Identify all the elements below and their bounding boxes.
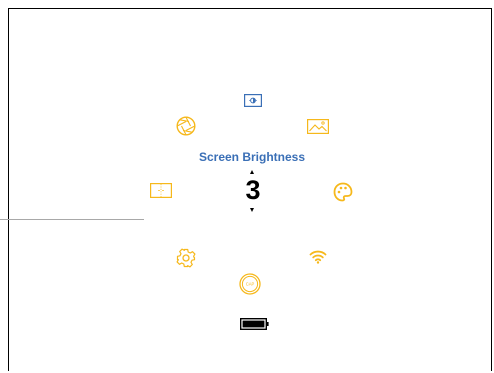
brightness-value-stepper[interactable]: 3 [233, 170, 273, 218]
capture-badge-text: CAP [246, 282, 255, 287]
decrease-arrow-icon[interactable] [250, 208, 254, 212]
palette-icon[interactable] [333, 182, 353, 202]
pointer-line [0, 219, 144, 220]
settings-icon[interactable] [176, 248, 196, 268]
resolution-icon[interactable] [150, 183, 172, 198]
brightness-icon[interactable] [244, 94, 262, 107]
capture-icon[interactable]: CAP [239, 273, 261, 295]
brightness-value: 3 [245, 175, 261, 205]
menu-title: Screen Brightness [198, 150, 306, 164]
wifi-icon[interactable] [309, 249, 327, 264]
battery-icon [240, 318, 270, 330]
aperture-icon[interactable] [176, 116, 196, 136]
image-icon[interactable] [307, 119, 329, 134]
